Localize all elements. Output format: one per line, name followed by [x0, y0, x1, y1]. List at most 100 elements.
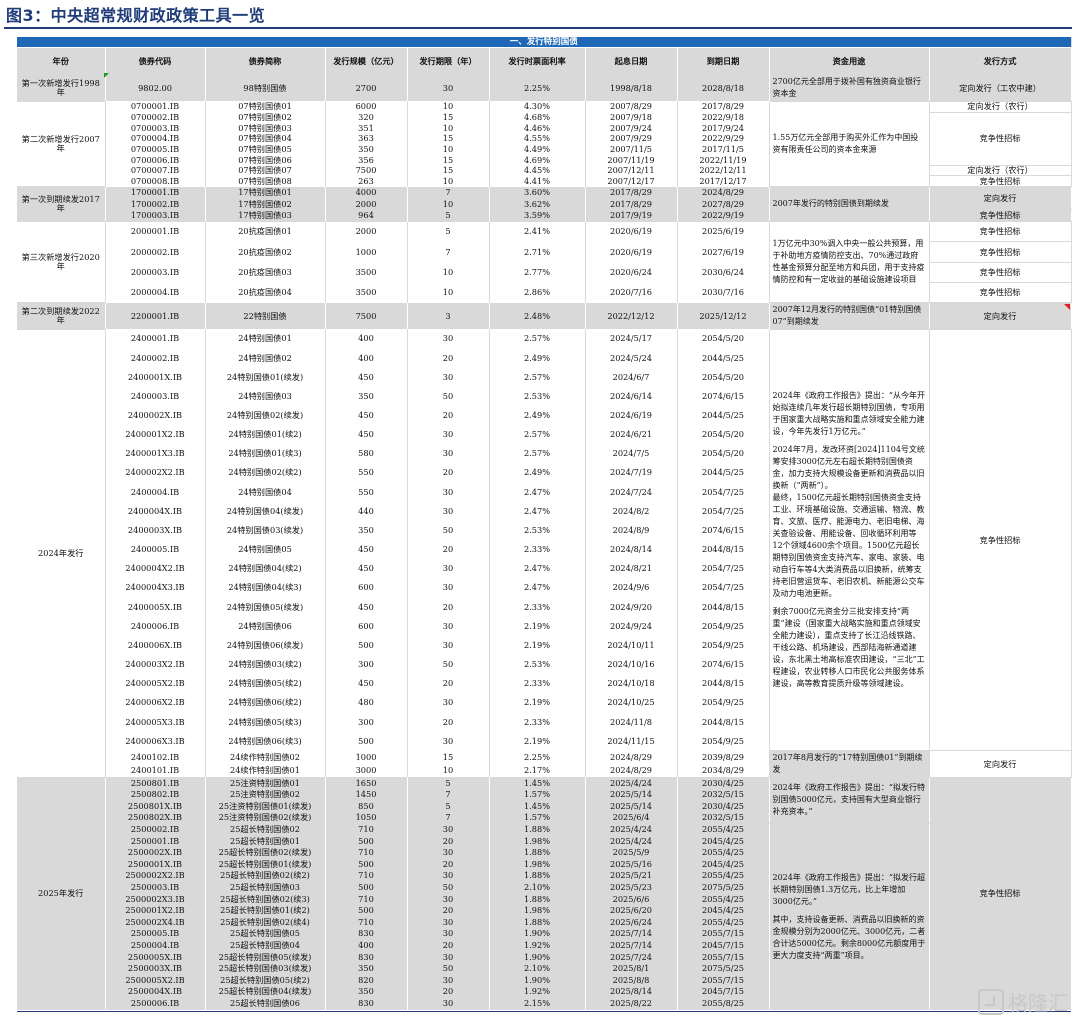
maturity-date: 2074/6/15: [677, 654, 770, 674]
table-row: 第三次新增发行2020年 2000001.IB 20抗疫国债01 2000 5 2.41%…: [17, 221, 1072, 303]
issue-size: 350: [325, 962, 408, 975]
issue-size: 263: [325, 175, 408, 187]
term: 30: [407, 616, 490, 636]
bond-code: 2400003X2.IB: [105, 654, 206, 674]
watermark: 格隆汇: [978, 987, 1068, 1016]
issue-size: 4000: [325, 186, 408, 199]
value-date: 2007/9/29: [585, 133, 678, 144]
bond-name: 24特别国债05(续2): [205, 673, 326, 694]
bond-code: 0700002.IB: [105, 112, 206, 123]
maturity-date: 2075/5/25: [677, 962, 770, 975]
bond-code: 2500003X.IB: [105, 962, 206, 975]
term: 30: [407, 444, 490, 464]
term: 30: [407, 916, 490, 928]
bond-code: 0700006.IB: [105, 154, 206, 166]
maturity-date: 2022/9/18: [677, 112, 770, 123]
coupon-rate: 4.45%: [489, 165, 586, 176]
coupon-rate: 1.90%: [489, 951, 586, 963]
term: 15: [407, 165, 490, 176]
maturity-date: 2074/6/15: [677, 386, 770, 406]
table-row: 第二次到期续发2022年 2200001.IB 22特别国债 7500 3 2.48% 20…: [17, 302, 1072, 330]
maturity-date: 2028/8/18: [677, 75, 770, 102]
coupon-rate: 4.41%: [489, 175, 586, 187]
special-treasury-bond-table: 一、发行特别国债 年份 债券代码 债券简称 发行规模（亿元） 发行期限（年） 发行时票面利率…: [17, 37, 1072, 1011]
bond-name: 24续作特别国债02: [205, 750, 326, 764]
value-date: 2024/9/24: [585, 616, 678, 636]
value-date: 2025/6/4: [585, 811, 678, 824]
value-date: 2025/5/14: [585, 788, 678, 801]
term: 5: [407, 209, 490, 222]
value-date: 2024/7/5: [585, 444, 678, 464]
value-date: 2020/7/16: [585, 282, 678, 303]
term: 10: [407, 101, 490, 113]
coupon-rate: 2.19%: [489, 635, 586, 655]
bond-name: 22特别国债: [205, 302, 326, 330]
term: 20: [407, 835, 490, 847]
value-date: 2024/10/16: [585, 654, 678, 674]
bond-code: 2400006.IB: [105, 616, 206, 636]
value-date: 2007/12/11: [585, 165, 678, 176]
maturity-date: 2054/7/25: [677, 558, 770, 579]
issue-size: 1050: [325, 811, 408, 824]
fund-use-paragraph: 1万亿元中30%调入中央一般公共预算，用于补助地方疫情防控支出、70%通过政府性…: [772, 239, 925, 285]
maturity-date: 2017/11/5: [677, 143, 770, 155]
value-date: 1998/8/18: [585, 75, 678, 102]
coupon-rate: 2.49%: [489, 348, 586, 368]
maturity-date: 2025/12/12: [677, 302, 770, 330]
value-date: 2024/8/29: [585, 763, 678, 778]
fund-use-paragraph: 2007年发行的特别国债到期续发: [772, 199, 889, 209]
issue-method-cell: 竞争性招标: [929, 112, 1072, 166]
maturity-date: 2045/4/25: [677, 904, 770, 917]
coupon-rate: 4.55%: [489, 133, 586, 144]
coupon-rate: 1.92%: [489, 985, 586, 998]
bond-name: 24特别国债01(续发): [205, 367, 326, 387]
maturity-date: 2030/4/25: [677, 800, 770, 812]
bond-code: 2400101.IB: [105, 763, 206, 778]
issue-method-cell: 定向发行: [929, 750, 1072, 778]
bond-code: 2500002.IB: [105, 823, 206, 836]
bond-code: 0700003.IB: [105, 122, 206, 134]
maturity-date: 2032/5/15: [677, 788, 770, 801]
fund-use-paragraph: 最终，1500亿元超长期特别国债资金支持工业、环境基础设施、交通运输、物流、教育…: [772, 492, 925, 598]
fund-use-paragraph: 其中，支持设备更新、消费品以旧换新的资金规模分别为2000亿元、3000亿元，二…: [772, 914, 926, 960]
coupon-rate: 2.33%: [489, 597, 586, 617]
value-date: 2007/9/18: [585, 112, 678, 123]
issue-size: 3000: [325, 763, 408, 778]
value-date: 2024/6/19: [585, 405, 678, 425]
bond-name: 24特别国债04: [205, 482, 326, 502]
bond-name: 25超长特别国债02(续4): [205, 916, 326, 928]
term: 50: [407, 520, 490, 540]
maturity-date: 2054/5/20: [677, 424, 770, 445]
maturity-date: 2054/9/25: [677, 616, 770, 636]
maturity-date: 2054/9/25: [677, 731, 770, 751]
coupon-rate: 1.45%: [489, 777, 586, 789]
bond-code: 2400002X.IB: [105, 405, 206, 425]
bond-name: 25超长特别国债02: [205, 823, 326, 836]
maturity-date: 2024/8/29: [677, 186, 770, 199]
issue-method-cell: 竞争性招标: [929, 777, 1072, 1011]
bond-code: 2500005X.IB: [105, 951, 206, 963]
year-cell: 第三次新增发行2020年: [17, 221, 106, 303]
value-date: 2024/8/29: [585, 750, 678, 764]
bond-code: 2500001X2.IB: [105, 904, 206, 917]
term: 20: [407, 712, 490, 732]
column-header-term: 发行期限（年）: [407, 47, 490, 76]
coupon-rate: 2.47%: [489, 558, 586, 579]
maturity-date: 2055/4/25: [677, 916, 770, 928]
bond-name: 17特别国债03: [205, 209, 326, 222]
term: 30: [407, 558, 490, 579]
term: 30: [407, 869, 490, 882]
issue-size: 550: [325, 482, 408, 502]
coupon-rate: 1.90%: [489, 927, 586, 940]
issue-size: 350: [325, 143, 408, 155]
bond-name: 20抗疫国债03: [205, 262, 326, 283]
term: 30: [407, 846, 490, 859]
maturity-date: 2055/7/15: [677, 927, 770, 940]
term: 20: [407, 539, 490, 559]
maturity-date: 2044/5/25: [677, 348, 770, 368]
bond-code: 2400102.IB: [105, 750, 206, 764]
maturity-date: 2044/8/15: [677, 712, 770, 732]
maturity-date: 2022/12/11: [677, 165, 770, 176]
maturity-date: 2044/5/25: [677, 463, 770, 483]
term: 7: [407, 811, 490, 824]
